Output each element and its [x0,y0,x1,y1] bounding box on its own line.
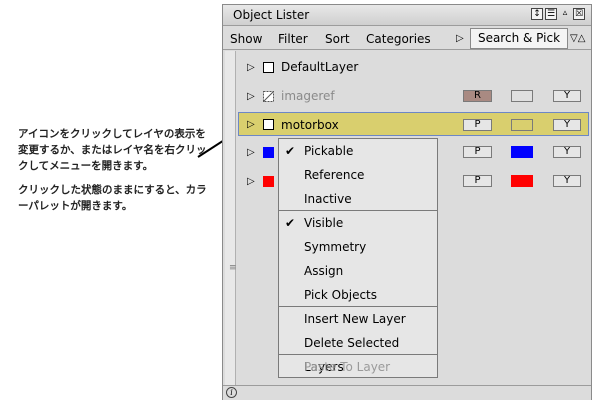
layer-color-icon[interactable] [263,147,274,158]
menu-item-insert-new-layer[interactable]: Insert New Layer [279,307,437,331]
color-cell[interactable] [511,175,533,187]
expand-collapse-icon[interactable]: ▽△ [570,33,585,44]
color-cell[interactable] [511,90,533,102]
search-pick-button[interactable]: Search & Pick [470,28,568,49]
menu-item-paste-to-layer: Paste To Layer [279,355,437,379]
menu-categories[interactable]: Categories [366,32,431,46]
collapse-icon[interactable]: ▵ [559,8,571,20]
title-bar: Object Lister ↕ ☰ ▵ ☒ [223,5,591,26]
pick-mode-cell[interactable]: P [463,119,492,131]
close-icon[interactable]: ☒ [573,8,585,20]
color-cell[interactable] [511,146,533,158]
menu-item-pickable[interactable]: ✔ Pickable [279,139,437,163]
menu-item-label: Reference [304,168,365,182]
layer-name[interactable]: DefaultLayer [281,60,358,74]
layer-row-motorbox[interactable]: ▷ motorbox P Y [238,112,589,136]
window-title: Object Lister [233,8,310,22]
pick-mode-cell[interactable]: R [463,90,492,102]
menu-item-assign[interactable]: Assign [279,259,437,283]
menu-item-visible[interactable]: ✔ Visible [279,211,437,235]
menu-item-label: Visible [304,216,344,230]
menu-item-label: Symmetry [304,240,367,254]
checkmark-icon: ✔ [285,216,296,230]
expand-triangle-icon[interactable]: ▷ [247,62,255,73]
play-arrow-icon[interactable]: ▷ [456,33,464,44]
menu-filter[interactable]: Filter [278,32,308,46]
menu-item-delete-selected-layers[interactable]: Delete Selected Layers [279,331,437,374]
visibility-cell[interactable]: Y [553,90,581,102]
expand-triangle-icon[interactable]: ▷ [247,91,255,102]
color-cell[interactable] [511,119,533,131]
menu-item-pick-objects[interactable]: Pick Objects [279,283,437,307]
expand-triangle-icon[interactable]: ▷ [247,176,255,187]
info-icon[interactable]: i [226,387,237,398]
menu-item-label: Assign [304,264,344,278]
menu-sort[interactable]: Sort [325,32,350,46]
pick-mode-cell[interactable]: P [463,146,492,158]
menu-item-reference[interactable]: Reference [279,163,437,187]
menu-item-inactive[interactable]: Inactive [279,187,437,211]
visibility-cell[interactable]: Y [553,146,581,158]
menu-item-label: Inactive [304,192,352,206]
pick-mode-cell[interactable]: P [463,175,492,187]
layer-row-imageref[interactable]: ▷ imageref R Y [239,86,589,108]
menu-item-label: Paste To Layer [304,360,391,374]
layer-name[interactable]: motorbox [281,118,339,132]
expand-triangle-icon[interactable]: ▷ [247,119,255,130]
visibility-cell[interactable]: Y [553,119,581,131]
menu-item-label: Pick Objects [304,288,378,302]
layer-row-defaultlayer[interactable]: ▷ DefaultLayer [239,57,589,79]
layer-color-icon[interactable] [263,176,274,187]
layer-visibility-icon[interactable] [263,119,274,130]
status-bar: i [223,385,591,400]
menu-icon[interactable]: ☰ [545,8,557,20]
layer-reference-icon[interactable] [263,91,274,102]
menu-item-symmetry[interactable]: Symmetry [279,235,437,259]
checkmark-icon: ✔ [285,144,296,158]
resize-icon[interactable]: ↕ [531,8,543,20]
expand-triangle-icon[interactable]: ▷ [247,147,255,158]
layer-visibility-icon[interactable] [263,62,274,73]
menu-item-label: Pickable [304,144,354,158]
layer-name[interactable]: imageref [281,89,335,103]
layer-context-menu: ✔ Pickable Reference Inactive ✔ Visible … [278,138,438,378]
visibility-cell[interactable]: Y [553,175,581,187]
left-splitter[interactable]: ≡ [225,51,237,391]
menu-bar: Show Filter Sort Categories ▷ Search & P… [223,27,591,50]
grip-icon[interactable]: ≡ [229,263,237,273]
menu-item-label: Insert New Layer [304,312,406,326]
menu-show[interactable]: Show [230,32,262,46]
